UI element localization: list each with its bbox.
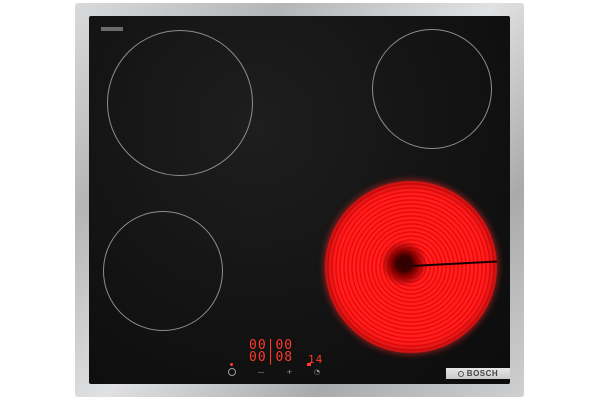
timer-icon[interactable]: ◔ — [314, 368, 320, 376]
model-label-sticker — [101, 27, 123, 31]
heating-element-lead — [410, 260, 497, 267]
timer-indicator-light — [307, 363, 311, 366]
minus-icon[interactable]: — — [258, 368, 265, 376]
bosch-logo-icon — [457, 370, 464, 377]
plus-icon[interactable]: + — [286, 368, 292, 376]
cooking-zone-top-left[interactable] — [107, 30, 253, 176]
indicator-light — [230, 363, 233, 366]
power-icon[interactable] — [228, 368, 236, 376]
cooking-zone-bottom-right-active[interactable] — [325, 181, 497, 353]
brand-name: BOSCH — [466, 369, 499, 378]
touch-control-panel: — + ◔ — [228, 367, 320, 377]
display-row-bottom: 00|08 — [249, 350, 294, 365]
certification-mark-icon — [479, 21, 495, 41]
brand-plate: BOSCH — [446, 368, 510, 379]
cooking-zone-top-right[interactable] — [372, 29, 492, 149]
cooking-zone-bottom-left[interactable] — [103, 211, 223, 331]
